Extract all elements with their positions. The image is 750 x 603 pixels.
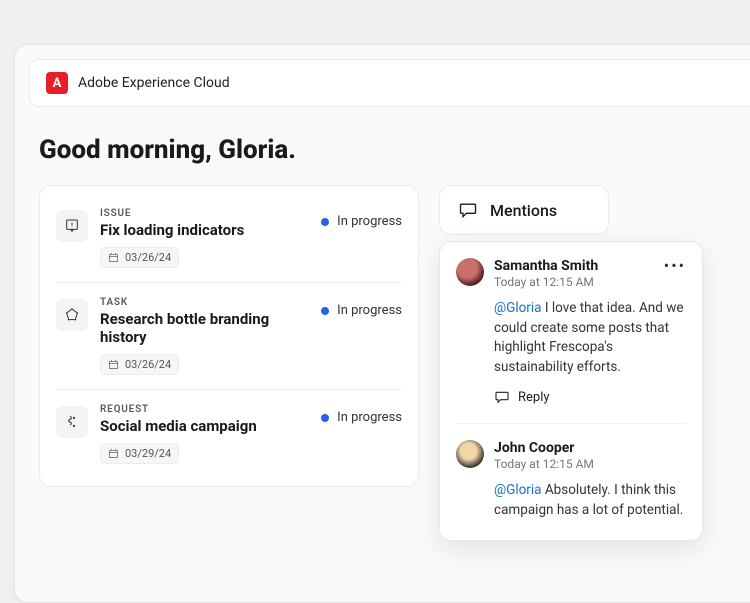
task-date-chip: 03/29/24 <box>100 443 179 464</box>
task-type: TASK <box>100 297 309 308</box>
task-status-label: In progress <box>337 410 402 425</box>
task-type: ISSUE <box>100 208 309 219</box>
mention-at[interactable]: @Gloria <box>494 482 542 498</box>
status-dot-icon <box>321 218 329 226</box>
avatar <box>456 440 484 468</box>
task-date-chip: 03/26/24 <box>100 247 179 268</box>
request-icon <box>56 406 88 438</box>
mention-body: Samantha Smith Today at 12:15 AM ••• @Gl… <box>494 258 686 405</box>
status-dot-icon <box>321 307 329 315</box>
mention-text: @Gloria I love that idea. And we could c… <box>494 299 686 377</box>
mention-author: Samantha Smith <box>494 258 598 274</box>
reply-button[interactable]: Reply <box>494 389 686 405</box>
mention-item: John Cooper Today at 12:15 AM @Gloria Ab… <box>456 423 686 520</box>
avatar <box>456 258 484 286</box>
status-dot-icon <box>321 414 329 422</box>
task-body: REQUEST Social media campaign 03/29/24 <box>100 404 309 464</box>
task-title: Fix loading indicators <box>100 221 309 239</box>
task-title: Social media campaign <box>100 417 309 435</box>
task-type: REQUEST <box>100 404 309 415</box>
more-button[interactable]: ••• <box>664 258 686 274</box>
mention-author: John Cooper <box>494 440 594 456</box>
task-row[interactable]: TASK Research bottle branding history 03… <box>56 283 402 390</box>
task-date: 03/26/24 <box>125 358 171 371</box>
tasks-card: ISSUE Fix loading indicators 03/26/24 In… <box>39 185 419 487</box>
calendar-icon <box>108 359 119 370</box>
mention-text: @Gloria Absolutely. I think this campaig… <box>494 481 686 520</box>
task-date: 03/29/24 <box>125 447 171 460</box>
mentions-popover: Samantha Smith Today at 12:15 AM ••• @Gl… <box>439 241 703 541</box>
task-status-label: In progress <box>337 303 402 318</box>
reply-icon <box>494 389 510 405</box>
adobe-logo-icon: A <box>46 72 68 94</box>
task-date: 03/26/24 <box>125 251 171 264</box>
task-status-label: In progress <box>337 214 402 229</box>
app-frame: A Adobe Experience Cloud Good morning, G… <box>14 44 750 603</box>
reply-label: Reply <box>518 390 550 405</box>
mention-at[interactable]: @Gloria <box>494 300 542 316</box>
calendar-icon <box>108 448 119 459</box>
brand-name: Adobe Experience Cloud <box>78 75 230 91</box>
mention-body: John Cooper Today at 12:15 AM @Gloria Ab… <box>494 440 686 520</box>
task-date-chip: 03/26/24 <box>100 354 179 375</box>
task-row[interactable]: ISSUE Fix loading indicators 03/26/24 In… <box>56 194 402 283</box>
mentions-column: Mentions Samantha Smith Today at 12:15 A… <box>439 185 609 235</box>
mention-time: Today at 12:15 AM <box>494 275 598 289</box>
calendar-icon <box>108 252 119 263</box>
mentions-card[interactable]: Mentions <box>439 185 609 235</box>
task-body: TASK Research bottle branding history 03… <box>100 297 309 375</box>
task-status: In progress <box>321 214 402 229</box>
task-row[interactable]: REQUEST Social media campaign 03/29/24 I… <box>56 390 402 478</box>
task-status: In progress <box>321 410 402 425</box>
mention-item: Samantha Smith Today at 12:15 AM ••• @Gl… <box>456 258 686 423</box>
page-title: Good morning, Gloria. <box>39 135 750 165</box>
issue-icon <box>56 210 88 242</box>
mention-time: Today at 12:15 AM <box>494 457 594 471</box>
task-title: Research bottle branding history <box>100 310 309 346</box>
task-icon <box>56 299 88 331</box>
header-bar: A Adobe Experience Cloud <box>29 59 750 107</box>
task-status: In progress <box>321 303 402 318</box>
comment-icon <box>458 200 478 220</box>
workspace: ISSUE Fix loading indicators 03/26/24 In… <box>15 185 750 511</box>
task-body: ISSUE Fix loading indicators 03/26/24 <box>100 208 309 268</box>
mentions-title: Mentions <box>490 201 557 220</box>
